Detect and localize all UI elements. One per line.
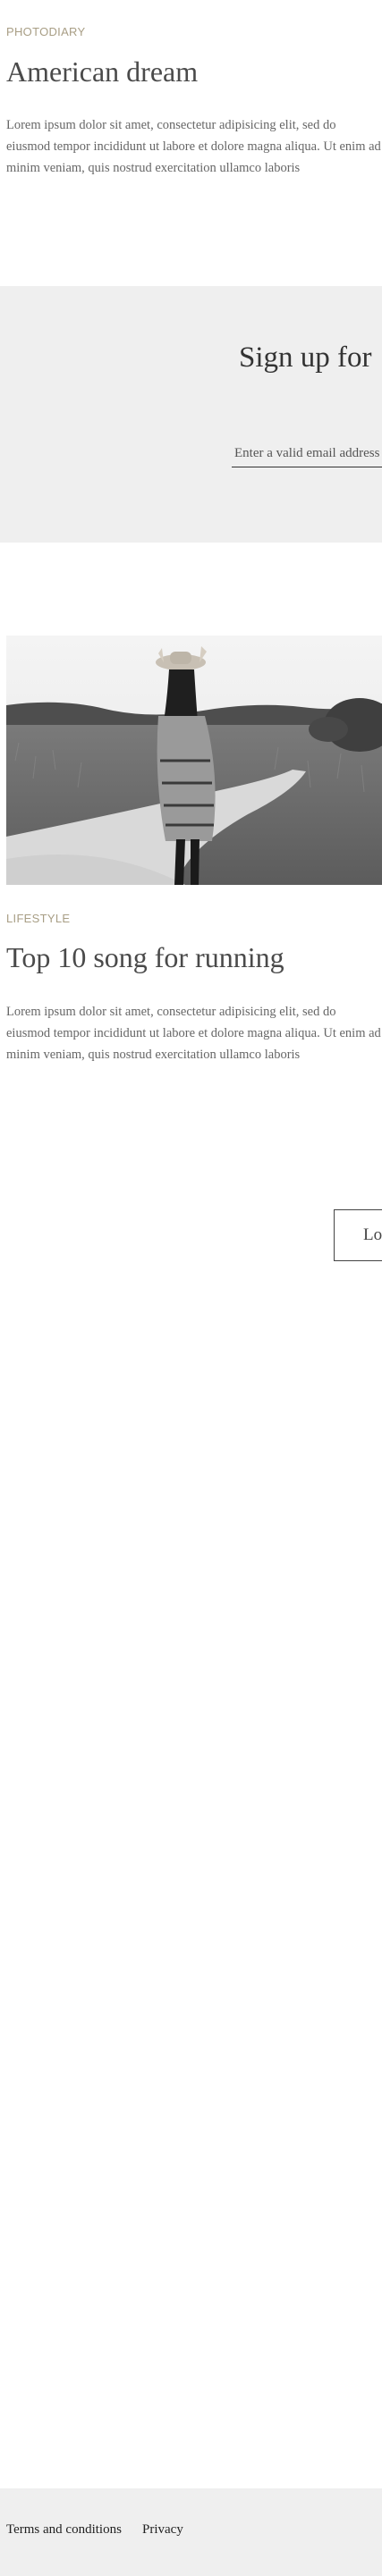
terms-link[interactable]: Terms and conditions: [6, 2522, 122, 2538]
privacy-link[interactable]: Privacy: [142, 2522, 183, 2538]
signup-heading: Sign up for: [239, 341, 372, 374]
footer: Terms and conditions Privacy: [0, 2488, 382, 2576]
post-category[interactable]: LIFESTYLE: [6, 912, 70, 925]
page: PHOTODIARY American dream Lorem ipsum do…: [0, 0, 382, 2576]
post-title[interactable]: American dream: [6, 55, 198, 88]
post-excerpt: Lorem ipsum dolor sit amet, consectetur …: [6, 118, 381, 175]
post-category[interactable]: PHOTODIARY: [6, 25, 85, 38]
email-input[interactable]: [232, 440, 382, 467]
woman-walking-road-photo: [6, 636, 382, 885]
post-title[interactable]: Top 10 song for running: [6, 941, 284, 974]
newsletter-signup: Sign up for: [0, 286, 382, 543]
post-image[interactable]: [6, 636, 382, 885]
load-more-button[interactable]: Lo: [334, 1209, 382, 1261]
post-excerpt: Lorem ipsum dolor sit amet, consectetur …: [6, 1005, 381, 1062]
